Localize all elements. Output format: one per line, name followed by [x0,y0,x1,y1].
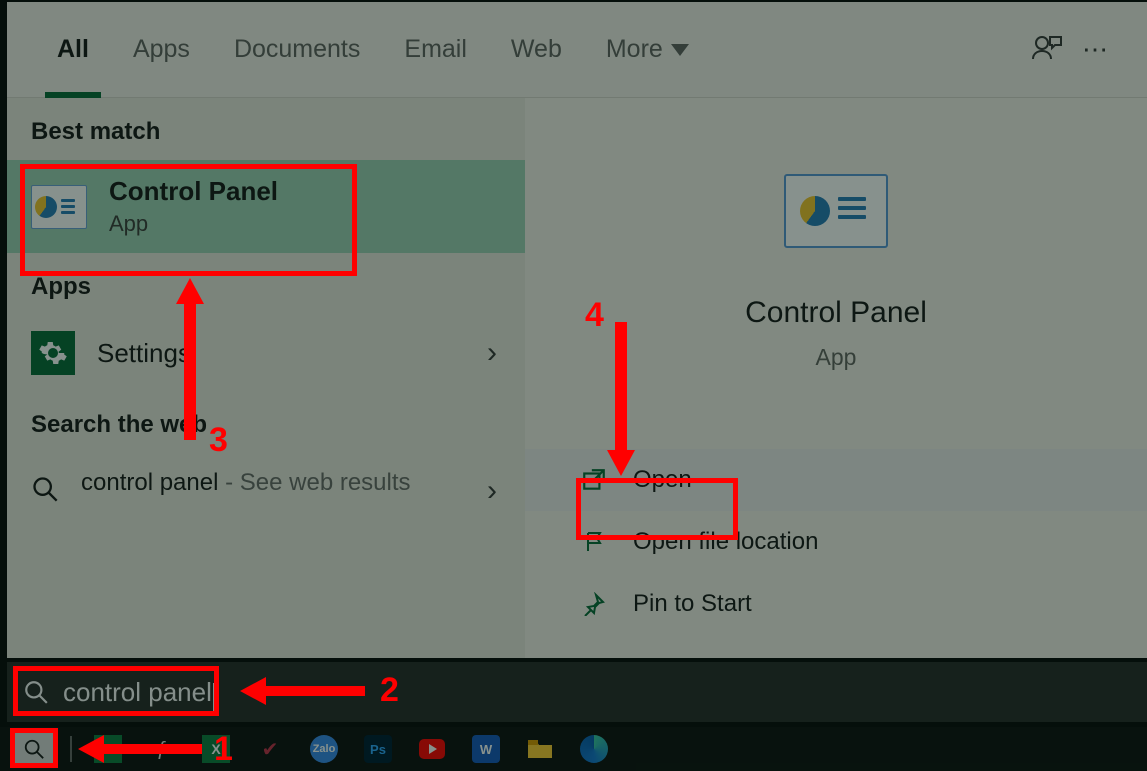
settings-label: Settings [97,338,191,369]
action-open-label: Open [633,466,692,494]
annotation-arrowhead-1 [78,735,104,763]
web-query-text: control panel [81,469,218,496]
overflow-menu-icon[interactable]: ⋯ [1071,26,1119,74]
pin-icon [579,589,609,619]
open-icon [579,465,609,495]
annotation-arrow-4 [615,322,627,452]
search-input-bar[interactable]: control panel [7,662,1147,722]
chevron-right-icon: › [487,474,497,508]
apps-header: Apps [7,253,525,315]
annotation-arrow-1 [102,744,202,754]
best-match-header: Best match [7,98,525,160]
tab-web[interactable]: Web [489,2,584,98]
action-pin-start-label: Pin to Start [633,590,752,618]
tab-more[interactable]: More [584,2,711,98]
annotation-arrowhead-3 [176,278,204,304]
annotation-arrow-2 [265,686,365,696]
control-panel-icon [784,174,888,248]
web-result-control-panel[interactable]: control panel - See web results › [7,453,525,519]
apps-item-settings[interactable]: Settings › [7,315,525,391]
annotation-arrowhead-4 [607,450,635,476]
taskbar-app-zalo[interactable]: Zalo [304,731,344,767]
annotation-number-3: 3 [209,421,228,460]
tab-email[interactable]: Email [382,2,489,98]
tab-documents[interactable]: Documents [212,2,382,98]
feedback-icon[interactable] [1023,26,1071,74]
best-match-sub: App [109,211,278,237]
search-icon [31,469,59,503]
annotation-arrow-3 [184,300,196,440]
action-open-file-location[interactable]: Open file location [525,511,1147,573]
tab-all[interactable]: All [35,2,111,98]
taskbar-app-check[interactable]: ✔ [250,731,290,767]
tab-apps[interactable]: Apps [111,2,212,98]
action-open-location-label: Open file location [633,528,818,556]
taskbar-divider [70,736,72,762]
action-pin-to-start[interactable]: Pin to Start [525,573,1147,635]
web-suffix-text: - See web results [218,469,410,496]
best-match-title: Control Panel [109,176,278,207]
detail-sub: App [816,344,857,371]
taskbar-app-word[interactable]: W [466,731,506,767]
search-results-panel: All Apps Documents Email Web More ⋯ [7,2,1147,658]
taskbar-app-photoshop[interactable]: Ps [358,731,398,767]
text-cursor [213,683,215,711]
detail-actions: Open Open file location Pin to Start [525,449,1147,635]
taskbar-app-explorer[interactable] [520,731,560,767]
annotation-number-4: 4 [585,296,604,335]
chevron-down-icon [671,44,689,56]
annotation-number-1: 1 [214,730,233,769]
folder-location-icon [579,527,609,557]
results-left-column: Best match Control Panel App Apps [7,98,525,658]
chevron-right-icon: › [487,336,497,370]
taskbar-app-youtube[interactable] [412,731,452,767]
annotation-number-2: 2 [380,671,399,710]
detail-title: Control Panel [745,296,927,330]
search-tabs: All Apps Documents Email Web More ⋯ [7,2,1147,98]
taskbar-search-button[interactable] [14,731,54,767]
annotation-arrowhead-2 [240,677,266,705]
search-web-header: Search the web [7,391,525,453]
search-input-value: control panel [63,677,212,708]
best-match-control-panel[interactable]: Control Panel App [7,160,525,253]
gear-icon [31,331,75,375]
tab-more-label: More [606,35,663,64]
control-panel-icon [31,185,87,229]
search-icon [23,679,49,705]
taskbar-app-edge[interactable] [574,731,614,767]
